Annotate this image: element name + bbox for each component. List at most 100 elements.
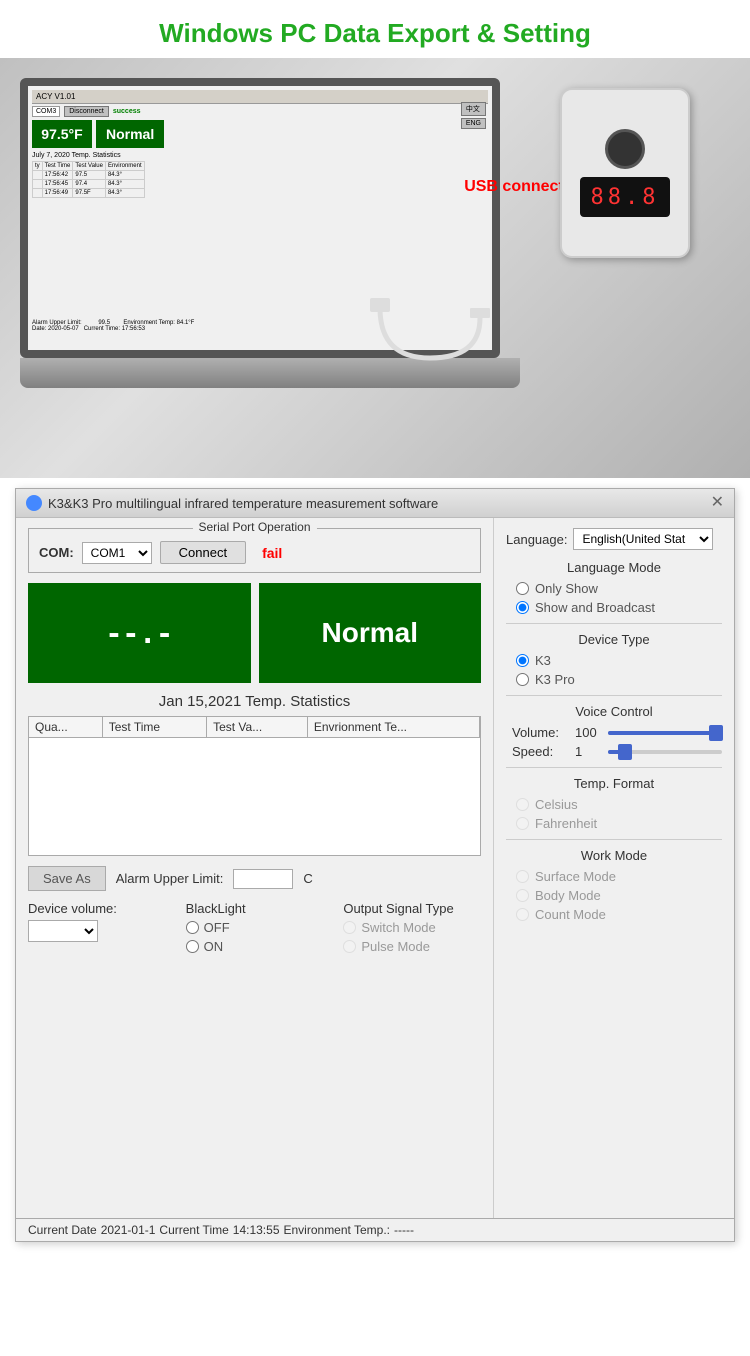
connect-button[interactable]: Connect <box>160 541 246 564</box>
volume-row: Volume: 100 <box>512 725 722 740</box>
data-table: Qua... Test Time Test Va... Envrionment … <box>29 717 480 738</box>
only-show-radio[interactable] <box>516 582 529 595</box>
speed-slider-thumb[interactable] <box>618 744 632 760</box>
blacklight-radio-group: OFF ON <box>186 920 324 954</box>
surface-mode-item[interactable]: Surface Mode <box>516 869 722 884</box>
window-titlebar: K3&K3 Pro multilingual infrared temperat… <box>16 489 734 518</box>
screen-success: success <box>113 108 141 115</box>
show-broadcast-radio[interactable] <box>516 601 529 614</box>
env-temp-label: Environment Temp.: <box>284 1223 391 1237</box>
fahrenheit-label: Fahrenheit <box>535 816 597 831</box>
surface-mode-radio[interactable] <box>516 870 529 883</box>
blacklight-off-item[interactable]: OFF <box>186 920 324 935</box>
temp-format-title: Temp. Format <box>506 776 722 791</box>
show-broadcast-item[interactable]: Show and Broadcast <box>516 600 722 615</box>
blacklight-on-item[interactable]: ON <box>186 939 324 954</box>
blacklight-off-radio[interactable] <box>186 921 199 934</box>
language-mode-title: Language Mode <box>506 560 722 575</box>
count-mode-item[interactable]: Count Mode <box>516 907 722 922</box>
right-panel: Language: English(United Stat Chinese La… <box>494 518 734 1218</box>
speed-label: Speed: <box>512 744 567 759</box>
k3-item[interactable]: K3 <box>516 653 722 668</box>
window-title: K3&K3 Pro multilingual infrared temperat… <box>48 496 438 511</box>
connection-status: fail <box>262 545 282 561</box>
top-section: Windows PC Data Export & Setting <box>0 0 750 58</box>
k3pro-item[interactable]: K3 Pro <box>516 672 722 687</box>
window-title-area: K3&K3 Pro multilingual infrared temperat… <box>26 495 438 511</box>
device-volume-group: Device volume: <box>28 901 166 942</box>
volume-value: 100 <box>575 725 600 740</box>
device-type-title: Device Type <box>506 632 722 647</box>
save-as-button[interactable]: Save As <box>28 866 106 891</box>
volume-label: Volume: <box>512 725 567 740</box>
screen-disconnect-btn[interactable]: Disconnect <box>64 106 109 117</box>
body-mode-radio[interactable] <box>516 889 529 902</box>
blacklight-group: BlackLight OFF ON <box>186 901 324 954</box>
alarm-unit: C <box>303 871 312 886</box>
switch-mode-item[interactable]: Switch Mode <box>343 920 481 935</box>
screen-data-table: tyTest TimeTest ValueEnvironment 17:56:4… <box>32 161 145 198</box>
language-mode-radio-group: Only Show Show and Broadcast <box>516 581 722 615</box>
celsius-item[interactable]: Celsius <box>516 797 722 812</box>
divider-1 <box>506 623 722 624</box>
device-camera <box>605 129 645 169</box>
celsius-label: Celsius <box>535 797 578 812</box>
device-volume-label: Device volume: <box>28 901 166 916</box>
current-date-value: 2021-01-1 <box>101 1223 156 1237</box>
page-title: Windows PC Data Export & Setting <box>0 10 750 53</box>
celsius-radio[interactable] <box>516 798 529 811</box>
speed-slider-track[interactable] <box>608 750 722 754</box>
status-display: Normal <box>259 583 482 683</box>
current-date-label: Current Date <box>28 1223 97 1237</box>
output-signal-group: Output Signal Type Switch Mode Pulse Mod… <box>343 901 481 954</box>
k3-radio[interactable] <box>516 654 529 667</box>
divider-3 <box>506 767 722 768</box>
screen-stats-title: July 7, 2020 Temp. Statistics <box>32 152 488 159</box>
alarm-input[interactable] <box>233 869 293 889</box>
volume-slider-thumb[interactable] <box>709 725 723 741</box>
volume-slider-track[interactable] <box>608 731 722 735</box>
count-mode-radio[interactable] <box>516 908 529 921</box>
only-show-item[interactable]: Only Show <box>516 581 722 596</box>
work-mode-title: Work Mode <box>506 848 722 863</box>
switch-mode-label: Switch Mode <box>361 920 435 935</box>
screen-com: COM3 <box>32 106 60 117</box>
k3pro-radio[interactable] <box>516 673 529 686</box>
speed-value: 1 <box>575 744 600 759</box>
count-mode-label: Count Mode <box>535 907 606 922</box>
speed-row: Speed: 1 <box>512 744 722 759</box>
k3-label: K3 <box>535 653 551 668</box>
device-volume-select[interactable] <box>28 920 98 942</box>
divider-4 <box>506 839 722 840</box>
alarm-label: Alarm Upper Limit: <box>116 871 224 886</box>
software-window: K3&K3 Pro multilingual infrared temperat… <box>15 488 735 1242</box>
serial-port-label: Serial Port Operation <box>192 520 316 534</box>
window-close-button[interactable]: ✕ <box>711 495 724 511</box>
body-mode-label: Body Mode <box>535 888 601 903</box>
language-select[interactable]: English(United Stat Chinese <box>573 528 713 550</box>
body-mode-item[interactable]: Body Mode <box>516 888 722 903</box>
screen-display-row: 97.5°F Normal <box>32 120 488 148</box>
switch-mode-radio[interactable] <box>343 921 356 934</box>
left-panel: Serial Port Operation COM: COM1 COM2 COM… <box>16 518 494 1218</box>
col-test-time: Test Time <box>102 717 206 738</box>
fahrenheit-item[interactable]: Fahrenheit <box>516 816 722 831</box>
current-time-label: Current Time <box>159 1223 228 1237</box>
screen-stats: July 7, 2020 Temp. Statistics tyTest Tim… <box>32 152 488 198</box>
device-type-radio-group: K3 K3 Pro <box>516 653 722 687</box>
screen-row1: COM3 Disconnect success 中文 ENG <box>32 106 488 117</box>
device-display: 88.8 <box>580 177 670 217</box>
fahrenheit-radio[interactable] <box>516 817 529 830</box>
screen-zh-btn: 中文 <box>461 102 486 116</box>
blacklight-on-label: ON <box>204 939 224 954</box>
blacklight-label: BlackLight <box>186 901 324 916</box>
output-signal-radio-group: Switch Mode Pulse Mode <box>343 920 481 954</box>
screen-normal-display: Normal <box>96 120 164 148</box>
display-row: --.- Normal <box>28 583 481 683</box>
serial-row: COM: COM1 COM2 COM3 Connect fail <box>39 541 470 564</box>
blacklight-on-radio[interactable] <box>186 940 199 953</box>
only-show-label: Only Show <box>535 581 598 596</box>
pulse-mode-radio[interactable] <box>343 940 356 953</box>
com-select[interactable]: COM1 COM2 COM3 <box>82 542 152 564</box>
pulse-mode-item[interactable]: Pulse Mode <box>343 939 481 954</box>
